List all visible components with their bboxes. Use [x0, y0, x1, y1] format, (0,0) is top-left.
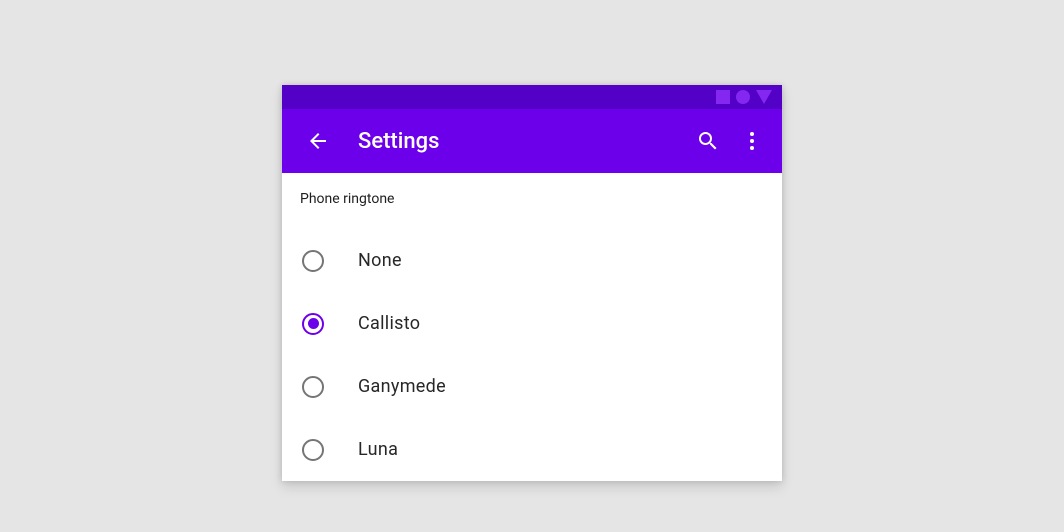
content-area: Phone ringtone None Callisto Ganymede Luna — [282, 173, 782, 481]
radio-button[interactable] — [302, 250, 324, 272]
radio-button[interactable] — [302, 376, 324, 398]
more-vert-icon — [740, 129, 764, 153]
radio-button[interactable] — [302, 439, 324, 461]
option-label: Ganymede — [358, 376, 446, 397]
arrow-back-icon — [306, 129, 330, 153]
device-frame: Settings Phone ringtone None Callisto Gany… — [282, 85, 782, 481]
option-label: Callisto — [358, 313, 420, 334]
back-button[interactable] — [298, 121, 338, 161]
search-icon — [696, 129, 720, 153]
overflow-menu-button[interactable] — [730, 119, 774, 163]
app-bar: Settings — [282, 109, 782, 173]
page-title: Settings — [358, 129, 686, 154]
option-label: None — [358, 250, 402, 271]
ringtone-option[interactable]: Callisto — [300, 292, 764, 355]
status-bar — [282, 85, 782, 109]
status-square-icon — [716, 90, 730, 104]
option-label: Luna — [358, 439, 398, 460]
radio-button[interactable] — [302, 313, 324, 335]
radio-dot — [308, 318, 319, 329]
section-header: Phone ringtone — [300, 191, 764, 207]
ringtone-option[interactable]: None — [300, 229, 764, 292]
ringtone-option[interactable]: Ganymede — [300, 355, 764, 418]
search-button[interactable] — [686, 119, 730, 163]
status-triangle-icon — [756, 90, 772, 104]
status-circle-icon — [736, 90, 750, 104]
ringtone-option[interactable]: Luna — [300, 418, 764, 481]
